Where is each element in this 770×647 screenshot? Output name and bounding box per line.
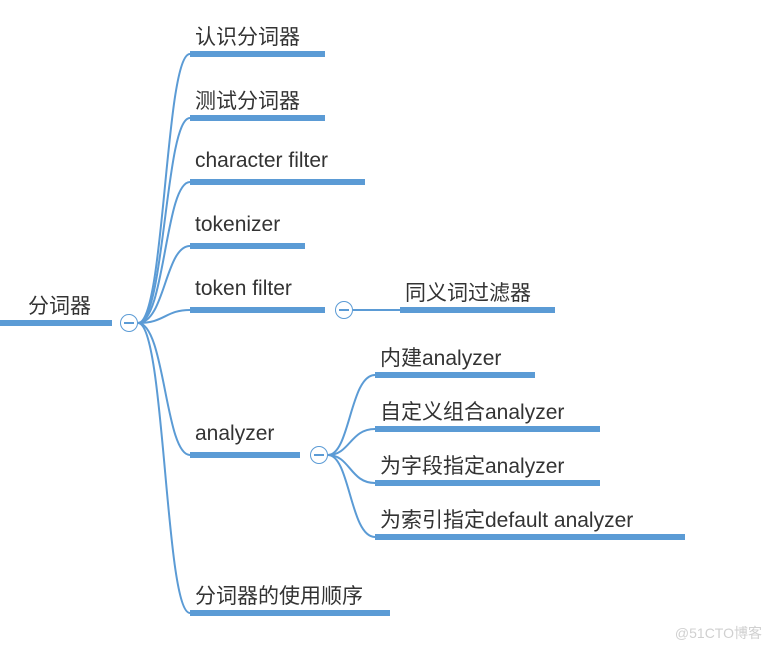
watermark: @51CTO博客 (675, 623, 762, 643)
connector-lines (0, 0, 770, 647)
